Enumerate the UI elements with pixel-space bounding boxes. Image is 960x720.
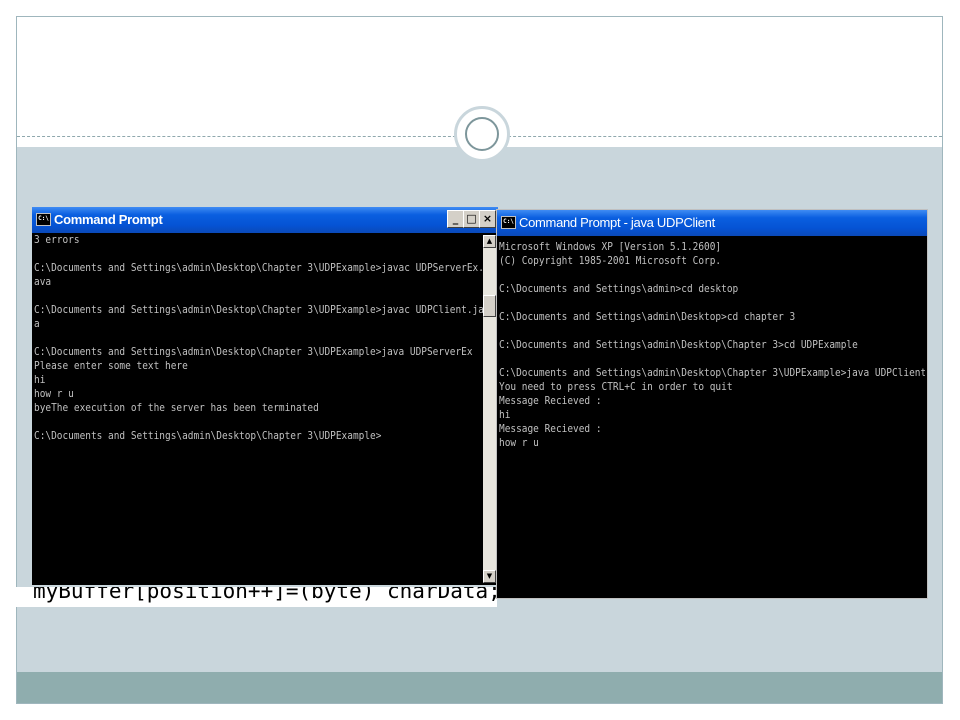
console-line: a [34,317,40,330]
console-line: C:\Documents and Settings\admin\Desktop\… [34,261,483,274]
scroll-thumb[interactable] [483,295,496,317]
console-line: C:\Documents and Settings\admin\Desktop\… [34,429,382,442]
close-button[interactable]: × [479,210,496,228]
console-line: (C) Copyright 1985-2001 Microsoft Corp. [499,254,722,267]
console-line: hi [499,408,511,421]
console-line: how r u [499,436,539,449]
console-line: how r u [34,387,74,400]
right-window-titlebar[interactable]: C:\ Command Prompt - java UDPClient [497,210,927,236]
console-line: ava [34,275,52,288]
maximize-button[interactable]: □ [463,210,480,228]
right-console-output[interactable]: Microsoft Windows XP [Version 5.1.2600] … [499,240,925,596]
console-line: hi [34,373,46,386]
console-icon: C:\ [501,216,516,229]
right-window-title: Command Prompt - java UDPClient [519,215,715,230]
left-vertical-scrollbar[interactable]: ▲ ▼ [483,235,496,583]
left-command-prompt-window[interactable]: C:\ Command Prompt _ □ × 3 errors C:\Doc… [32,207,498,585]
left-window-titlebar[interactable]: C:\ Command Prompt _ □ × [32,207,498,233]
console-line: Microsoft Windows XP [Version 5.1.2600] [499,240,722,253]
circle-ornament-icon [454,106,510,162]
console-line: C:\Documents and Settings\admin\Desktop\… [34,345,473,358]
console-line: C:\Documents and Settings\admin\Desktop\… [499,338,858,351]
slide-footer-band [17,672,942,703]
console-line: You need to press CTRL+C in order to qui… [499,380,733,393]
console-line: byeThe execution of the server has been … [34,401,319,414]
code-fragment-strip: myBuffer[position++]=(byte) charData; [15,587,497,607]
right-command-prompt-window[interactable]: C:\ Command Prompt - java UDPClient Micr… [496,209,928,599]
left-console-output[interactable]: 3 errors C:\Documents and Settings\admin… [34,233,483,583]
scroll-down-arrow-icon[interactable]: ▼ [483,570,496,583]
console-line: C:\Documents and Settings\admin\Desktop\… [34,303,483,316]
minimize-button[interactable]: _ [447,210,464,228]
code-fragment: myBuffer[position++]=(byte) charData; [33,587,497,603]
console-icon: C:\ [36,213,51,226]
console-line: C:\Documents and Settings\admin>cd deskt… [499,282,739,295]
console-line: C:\Documents and Settings\admin\Desktop>… [499,310,796,323]
console-line: 3 errors [34,233,80,246]
console-line: C:\Documents and Settings\admin\Desktop\… [499,366,925,379]
scroll-up-arrow-icon[interactable]: ▲ [483,235,496,248]
left-window-title: Command Prompt [54,212,163,227]
console-line: Message Recieved : [499,422,602,435]
console-line: Message Recieved : [499,394,602,407]
console-line: Please enter some text here [34,359,188,372]
